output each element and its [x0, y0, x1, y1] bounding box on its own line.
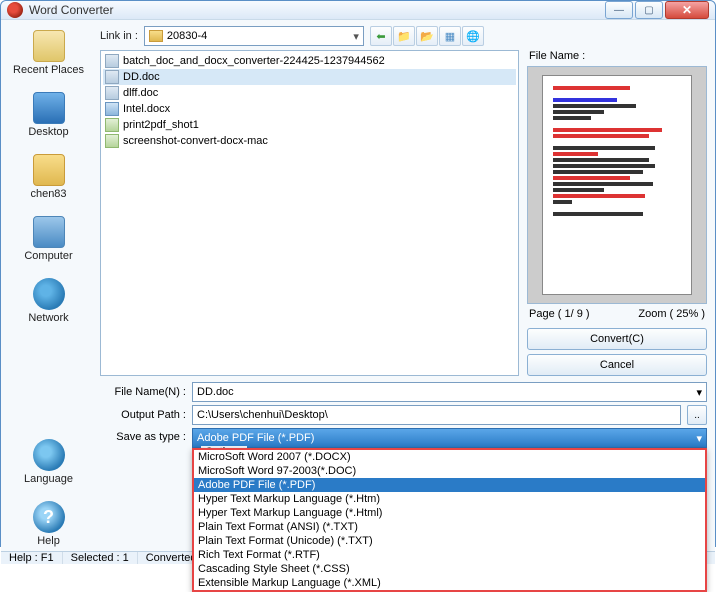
save-as-type-combo[interactable]: Adobe PDF File (*.PDF) ▾ — [192, 428, 707, 448]
status-selected: Selected : 1 — [63, 552, 138, 564]
app-icon — [7, 2, 23, 18]
dropdown-item[interactable]: Hyper Text Markup Language (*.Htm) — [194, 492, 705, 506]
preview-label: File Name : — [529, 50, 707, 62]
places-sidebar: Recent Places Desktop chen83 Computer Ne… — [1, 20, 96, 551]
sidebar-item-language[interactable]: Language — [9, 435, 89, 489]
sidebar-label: Help — [37, 535, 60, 547]
minimize-button[interactable]: — — [605, 1, 633, 19]
status-help: Help : F1 — [1, 552, 63, 564]
convert-button[interactable]: Convert(C) — [527, 328, 707, 350]
sidebar-label: chen83 — [30, 188, 66, 200]
file-row[interactable]: DD.doc — [103, 69, 516, 85]
browse-button[interactable]: .. — [687, 405, 707, 425]
file-row[interactable]: Intel.docx — [103, 101, 516, 117]
sidebar-item-help[interactable]: ? Help — [9, 497, 89, 551]
cancel-button[interactable]: Cancel — [527, 354, 707, 376]
sidebar-item-computer[interactable]: Computer — [9, 212, 89, 266]
doc-icon — [105, 54, 119, 68]
output-path-label: Output Path : — [100, 409, 186, 421]
file-row[interactable]: dlff.doc — [103, 85, 516, 101]
help-icon: ? — [33, 501, 65, 533]
docx-icon — [105, 102, 119, 116]
chevron-down-icon: ▾ — [353, 30, 359, 43]
views-button[interactable]: ▦ — [439, 26, 461, 46]
dropdown-item[interactable]: MicroSoft Word 2007 (*.DOCX) — [194, 450, 705, 464]
dropdown-item[interactable]: Plain Text Format (Unicode) (*.TXT) — [194, 534, 705, 548]
recent-icon — [33, 30, 65, 62]
desktop-icon — [33, 92, 65, 124]
folder-name: 20830-4 — [167, 30, 207, 42]
preview-page — [542, 75, 692, 295]
output-path-input[interactable]: C:\Users\chenhui\Desktop\ — [192, 405, 681, 425]
sidebar-label: Recent Places — [13, 64, 84, 76]
folder-icon — [33, 154, 65, 186]
sidebar-label: Computer — [24, 250, 72, 262]
app-window: Word Converter — ▢ ✕ Recent Places Deskt… — [0, 0, 716, 547]
sidebar-label: Network — [28, 312, 68, 324]
doc-icon — [105, 86, 119, 100]
image-icon — [105, 118, 119, 132]
sidebar-label: Language — [24, 473, 73, 485]
chevron-down-icon: ▾ — [696, 386, 702, 399]
file-list[interactable]: batch_doc_and_docx_converter-224425-1237… — [100, 50, 519, 376]
save-as-label: Save as type : — [100, 428, 186, 443]
dropdown-item[interactable]: MicroSoft Word 97-2003(*.DOC) — [194, 464, 705, 478]
file-name-label: File Name(N) : — [100, 386, 186, 398]
network-icon — [33, 278, 65, 310]
new-folder-button[interactable]: 📂 — [416, 26, 438, 46]
save-as-type-dropdown: MicroSoft Word 2007 (*.DOCX) MicroSoft W… — [192, 448, 707, 592]
dropdown-item[interactable]: Rich Text Format (*.RTF) — [194, 548, 705, 562]
dropdown-item[interactable]: Adobe PDF File (*.PDF) — [194, 478, 705, 492]
page-indicator: Page ( 1/ 9 ) — [529, 308, 590, 320]
back-button[interactable]: ⬅ — [370, 26, 392, 46]
chevron-down-icon: ▾ — [696, 432, 702, 445]
sidebar-item-desktop[interactable]: Desktop — [9, 88, 89, 142]
file-row[interactable]: batch_doc_and_docx_converter-224425-1237… — [103, 53, 516, 69]
globe-icon — [33, 439, 65, 471]
sidebar-item-network[interactable]: Network — [9, 274, 89, 328]
image-icon — [105, 134, 119, 148]
folder-icon — [149, 30, 163, 42]
zoom-indicator: Zoom ( 25% ) — [638, 308, 705, 320]
sidebar-item-user[interactable]: chen83 — [9, 150, 89, 204]
computer-icon — [33, 216, 65, 248]
file-row[interactable]: screenshot-convert-docx-mac — [103, 133, 516, 149]
titlebar: Word Converter — ▢ ✕ — [1, 1, 715, 19]
dropdown-item[interactable]: Cascading Style Sheet (*.CSS) — [194, 562, 705, 576]
file-row[interactable]: print2pdf_shot1 — [103, 117, 516, 133]
web-button[interactable]: 🌐 — [462, 26, 484, 46]
file-name-input[interactable]: DD.doc▾ — [192, 382, 707, 402]
sidebar-item-recent[interactable]: Recent Places — [9, 26, 89, 80]
link-in-label: Link in : — [100, 30, 138, 42]
doc-icon — [105, 70, 119, 84]
dropdown-item[interactable]: Plain Text Format (ANSI) (*.TXT) — [194, 520, 705, 534]
folder-combo[interactable]: 20830-4 ▾ — [144, 26, 364, 46]
sidebar-label: Desktop — [28, 126, 68, 138]
up-button[interactable]: 📁 — [393, 26, 415, 46]
dropdown-item[interactable]: Hyper Text Markup Language (*.Html) — [194, 506, 705, 520]
maximize-button[interactable]: ▢ — [635, 1, 663, 19]
preview-pane — [527, 66, 707, 304]
window-title: Word Converter — [29, 3, 605, 17]
close-button[interactable]: ✕ — [665, 1, 709, 19]
dropdown-item[interactable]: Extensible Markup Language (*.XML) — [194, 576, 705, 590]
